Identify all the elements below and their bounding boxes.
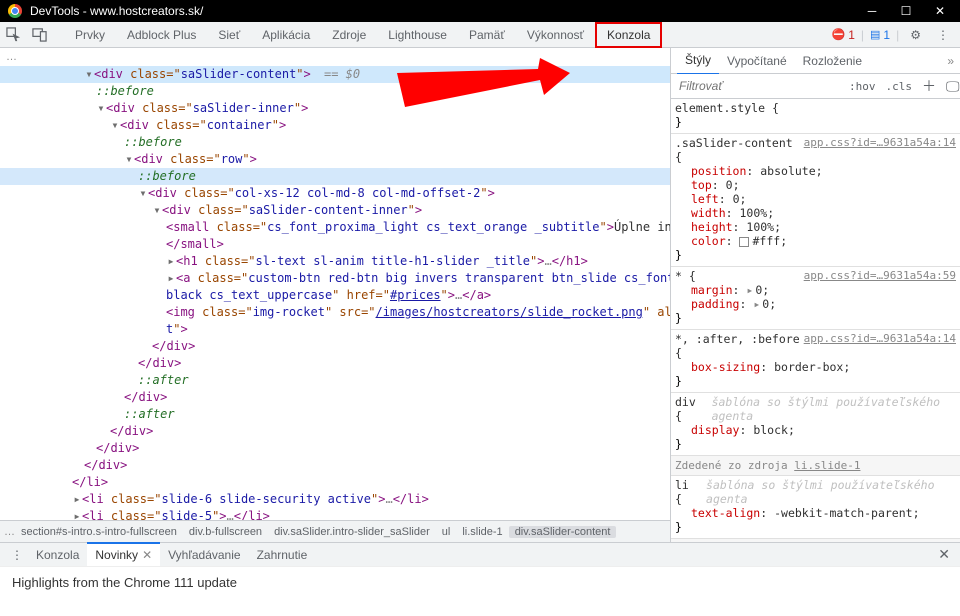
dom-node[interactable]: ▸<h1 class="sl-text sl-anim title-h1-sli… [0, 253, 670, 270]
styles-filter-row: :hov .cls ＋ 🖵 ◧ [671, 74, 960, 99]
dom-node[interactable]: ▾<div class="saSlider-content-inner"> [0, 202, 670, 219]
breadcrumb-item[interactable]: section#s-intro.s-intro-fullscreen [15, 526, 183, 538]
tab-zdroje[interactable]: Zdroje [321, 21, 377, 49]
window-maximize-button[interactable]: ☐ [900, 4, 912, 18]
drawer-tabs: ⋮ KonzolaNovinky✕VyhľadávanieZahrnutie ✕ [0, 542, 960, 566]
dom-node[interactable]: ::after [0, 372, 670, 389]
dom-node[interactable]: </div> [0, 355, 670, 372]
dom-node[interactable]: ::before [0, 134, 670, 151]
tab-výkonnosť[interactable]: Výkonnosť [516, 21, 595, 49]
css-rule[interactable]: li {šablóna so štýlmi používateľského ag… [671, 476, 960, 539]
css-rule[interactable]: .saSlider-content {app.css?id=…9631a54a:… [671, 134, 960, 267]
dom-node[interactable]: </div> [0, 389, 670, 406]
tab-konzola[interactable]: Konzola [595, 22, 662, 48]
dom-tree-truncation: … [0, 48, 670, 66]
window-close-button[interactable]: ✕ [934, 4, 946, 18]
tab-pamäť[interactable]: Pamäť [458, 21, 516, 49]
inherited-from: Zdedené zo zdroja ul [671, 539, 960, 542]
breadcrumb-item[interactable]: div.saSlider.intro-slider_saSlider [268, 526, 436, 538]
error-badge[interactable]: ⛔1 [832, 28, 855, 42]
styles-tab-rozloženie[interactable]: Rozloženie [795, 48, 870, 74]
cls-toggle[interactable]: .cls [881, 80, 918, 93]
styles-filter-input[interactable] [671, 74, 844, 98]
new-style-rule-icon[interactable]: ＋ [917, 76, 941, 96]
styles-tabs: ŠtýlyVypočítanéRozloženie » [671, 48, 960, 74]
computed-styles-icon[interactable]: 🖵 [941, 78, 960, 95]
tab-prvky[interactable]: Prvky [64, 21, 116, 49]
window-titlebar: DevTools - www.hostcreators.sk/ ─ ☐ ✕ [0, 0, 960, 22]
dom-node[interactable]: ▾<div class="saSlider-content"> == $0 [0, 66, 670, 83]
tab-aplikácia[interactable]: Aplikácia [251, 21, 321, 49]
more-menu-icon[interactable]: ⋮ [932, 28, 954, 42]
dom-node[interactable]: </li> [0, 474, 670, 491]
dom-node[interactable]: </small> [0, 236, 670, 253]
drawer-menu-icon[interactable]: ⋮ [6, 548, 28, 562]
drawer-tab-konzola[interactable]: Konzola [28, 544, 87, 566]
inspect-element-icon[interactable] [0, 22, 26, 48]
settings-gear-icon[interactable]: ⚙ [905, 28, 926, 42]
styles-tab-štýly[interactable]: Štýly [677, 48, 719, 75]
breadcrumb-trail[interactable]: … section#s-intro.s-intro-fullscreendiv.… [0, 520, 670, 542]
messages-badge[interactable]: ▤1 [870, 28, 890, 42]
inherited-from: Zdedené zo zdroja li.slide-1 [671, 456, 960, 476]
styles-panel: ŠtýlyVypočítanéRozloženie » :hov .cls ＋ 🖵… [670, 48, 960, 542]
chrome-icon [8, 4, 22, 18]
dom-node[interactable]: ▸<a class="custom-btn red-btn big invers… [0, 270, 670, 287]
tab-lighthouse[interactable]: Lighthouse [377, 21, 458, 49]
breadcrumb-item[interactable]: ul [436, 526, 457, 538]
drawer-tab-vyhľadávanie[interactable]: Vyhľadávanie [160, 544, 248, 566]
drawer-tab-novinky[interactable]: Novinky✕ [87, 542, 160, 566]
css-rule[interactable]: *, :after, :before {app.css?id=…9631a54a… [671, 330, 960, 393]
dom-node[interactable]: ::before [0, 83, 670, 100]
dom-node[interactable]: </div> [0, 457, 670, 474]
styles-rules[interactable]: element.style {}.saSlider-content {app.c… [671, 99, 960, 542]
device-toggle-icon[interactable] [26, 22, 52, 48]
dom-node[interactable]: ▾<div class="container"> [0, 117, 670, 134]
dom-node[interactable]: </div> [0, 338, 670, 355]
dom-node[interactable]: black cs_text_uppercase" href="#prices">… [0, 287, 670, 304]
tab-adblock-plus[interactable]: Adblock Plus [116, 21, 207, 49]
breadcrumb-item[interactable]: li.slide-1 [456, 526, 508, 538]
devtools-toolbar: PrvkyAdblock PlusSieťAplikáciaZdrojeLigh… [0, 22, 960, 48]
dom-node[interactable]: t"> [0, 321, 670, 338]
dom-node[interactable]: ▾<div class="saSlider-inner"> [0, 100, 670, 117]
window-title: DevTools - www.hostcreators.sk/ [30, 4, 866, 18]
css-rule[interactable]: * {app.css?id=…9631a54a:59margin: 0;padd… [671, 267, 960, 330]
breadcrumb-item[interactable]: div.saSlider-content [509, 526, 617, 538]
dom-node[interactable]: ▾<div class="row"> [0, 151, 670, 168]
breadcrumb-scroll-left[interactable]: … [4, 526, 15, 538]
dom-node[interactable]: </div> [0, 440, 670, 457]
drawer-close-icon[interactable]: ✕ [934, 546, 954, 563]
drawer-tab-zahrnutie[interactable]: Zahrnutie [249, 544, 316, 566]
styles-tabs-overflow-icon[interactable]: » [947, 54, 954, 68]
panel-tabs: PrvkyAdblock PlusSieťAplikáciaZdrojeLigh… [64, 21, 662, 49]
tab-sieť[interactable]: Sieť [207, 21, 251, 49]
elements-panel: … ▾<div class="saSlider-content"> == $0:… [0, 48, 670, 542]
css-rule[interactable]: element.style {} [671, 99, 960, 134]
whats-new-headline: Highlights from the Chrome 111 update [12, 575, 237, 590]
whats-new-content: Highlights from the Chrome 111 update [0, 566, 960, 614]
css-rule[interactable]: div {šablóna so štýlmi používateľského a… [671, 393, 960, 456]
dom-node[interactable]: ▸<li class="slide-6 slide-security activ… [0, 491, 670, 508]
hov-toggle[interactable]: :hov [844, 80, 881, 93]
dom-node[interactable]: </div> [0, 423, 670, 440]
dom-node[interactable]: ::before [0, 168, 670, 185]
dom-tree[interactable]: ▾<div class="saSlider-content"> == $0::b… [0, 66, 670, 542]
dom-node[interactable]: <img class="img-rocket" src="/images/hos… [0, 304, 670, 321]
styles-tab-vypočítané[interactable]: Vypočítané [719, 48, 795, 74]
close-tab-icon[interactable]: ✕ [142, 548, 152, 562]
window-minimize-button[interactable]: ─ [866, 4, 878, 18]
breadcrumb-item[interactable]: div.b-fullscreen [183, 526, 268, 538]
dom-node[interactable]: ▾<div class="col-xs-12 col-md-8 col-md-o… [0, 185, 670, 202]
dom-node[interactable]: <small class="cs_font_proxima_light cs_t… [0, 219, 670, 236]
dom-node[interactable]: ::after [0, 406, 670, 423]
